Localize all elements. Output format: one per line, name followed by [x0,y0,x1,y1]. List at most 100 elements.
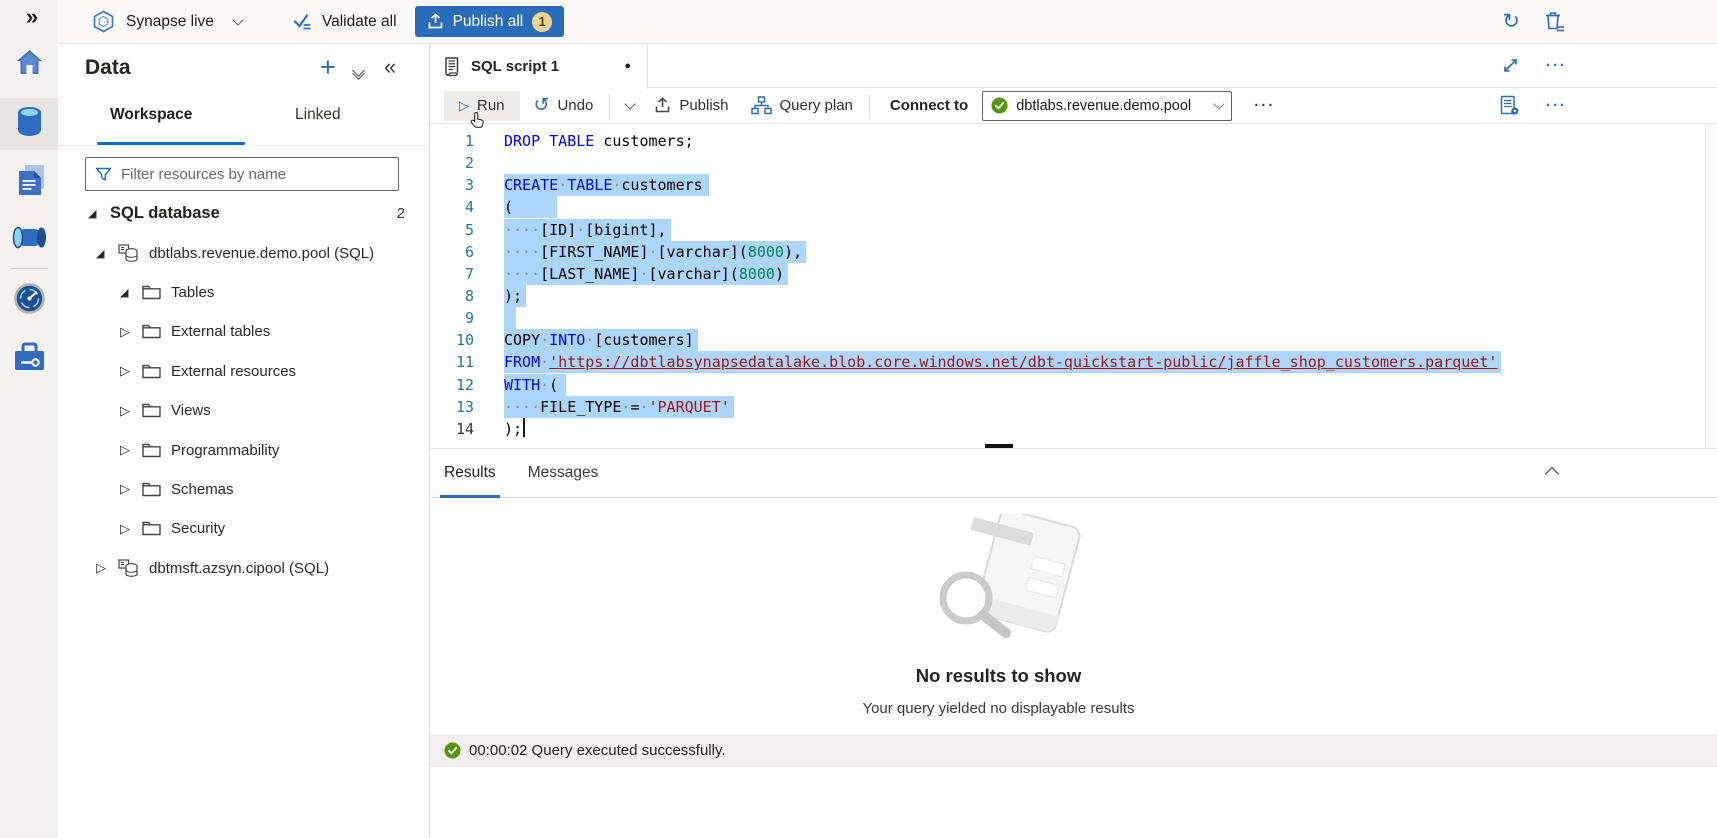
collapse-all-icon[interactable] [354,66,363,78]
tree-item-label: dbtlabs.revenue.demo.pool (SQL) [149,245,374,262]
tab-messages[interactable]: Messages [524,449,603,498]
discard-all-icon[interactable] [1544,10,1565,34]
tree-item-dbtlabs-revenue-demo-pool-sql[interactable]: ◢ dbtlabs.revenue.demo.pool (SQL) [58,233,429,272]
text-selection: ····[ID]·[bigint], [504,219,671,241]
line-number: 3 [430,174,474,196]
data-hub-icon[interactable] [16,106,43,143]
tree-item-views[interactable]: ▷Views [58,391,429,430]
unsaved-changes-dot: ● [624,60,631,72]
connect-to-label: Connect to [890,97,968,114]
collapse-twisty-icon[interactable]: ◢ [120,286,136,299]
sql-code-editor[interactable]: 1DROP TABLE customers;23CREATE·TABLE·cus… [430,125,1717,448]
tree-item-label: External tables [171,323,270,340]
text-selection: ····FILE_TYPE·=·'PARQUET' [504,396,734,418]
expand-twisty-icon[interactable]: ▷ [120,363,136,379]
collapse-twisty-icon[interactable]: ◢ [96,247,112,260]
tree-item-label: dbtmsft.azsyn.cipool (SQL) [149,560,329,577]
line-number: 8 [430,285,474,307]
publish-all-button[interactable]: Publish all 1 [415,6,565,37]
run-options-chevron-icon[interactable] [625,98,636,109]
code-line-4: 4( [430,196,1717,218]
connection-dropdown[interactable]: dbtlabs.revenue.demo.pool [982,91,1232,121]
tree-item-label: Programmability [171,442,279,459]
tree-item-schemas[interactable]: ▷Schemas [58,470,429,509]
filter-box[interactable] [85,157,399,191]
script-document-icon [443,56,461,77]
expand-rail-icon[interactable]: » [26,4,36,30]
line-number: 7 [430,263,474,285]
query-plan-label: Query plan [780,97,853,114]
line-number: 13 [430,396,474,418]
text-selection: WITH·( [504,374,566,396]
collapse-twisty-icon[interactable]: ◢ [88,207,104,220]
query-plan-button[interactable]: Query plan [751,96,853,115]
undo-button[interactable]: ↺ Undo [534,96,594,115]
filter-funnel-icon [95,167,112,182]
expand-twisty-icon[interactable]: ▷ [120,521,136,537]
run-button[interactable]: ▷ Run [444,91,520,121]
tree-item-security[interactable]: ▷Security [58,509,429,548]
line-number: 6 [430,241,474,263]
sql-editor-pane: SQL script 1 ● ··· ▷ Run ↺ Undo [430,44,1717,838]
toolbar-more-icon[interactable]: ··· [1254,97,1275,114]
code-line-3: 3CREATE·TABLE·customers [430,174,1717,196]
tree-item-tables[interactable]: ◢ Tables [58,273,429,312]
publish-icon [654,97,671,114]
synapse-live-icon [92,10,115,33]
code-line-1: 1DROP TABLE customers; [430,130,1717,152]
connected-check-icon [991,97,1008,114]
chevron-down-icon[interactable] [232,14,243,25]
collapse-results-icon[interactable] [1547,466,1557,484]
tree-item-label: Tables [171,284,214,301]
filter-input[interactable] [121,166,389,183]
expand-twisty-icon[interactable]: ▷ [120,324,136,340]
tree-item-external-tables[interactable]: ▷ External tables [58,312,429,351]
expand-twisty-icon[interactable]: ▷ [120,442,136,458]
validate-all-label: Validate all [322,13,397,31]
folder-icon [142,324,161,339]
connection-value: dbtlabs.revenue.demo.pool [1016,98,1207,114]
item-count: 2 [397,205,405,222]
tree-item-dbtmsft-azsyn-cipool-sql[interactable]: ▷ dbtmsft.azsyn.cipool (SQL) [58,549,429,588]
dropdown-chevron-icon[interactable] [1214,98,1225,109]
monitor-hub-icon[interactable] [14,283,45,319]
tree-item-programmability[interactable]: ▷ Programmability [58,430,429,469]
tab-sql-script-1[interactable]: SQL script 1 ● [430,44,648,89]
validate-check-icon [292,12,313,31]
tab-results[interactable]: Results [440,449,500,498]
code-line-5: 5····[ID]·[bigint], [430,219,1717,241]
manage-hub-icon[interactable] [13,341,46,378]
expand-editor-icon[interactable] [1501,56,1520,75]
editor-tab-title: SQL script 1 [471,58,559,75]
integrate-hub-icon[interactable] [12,223,47,257]
add-resource-icon[interactable]: + [320,52,336,83]
develop-hub-icon[interactable] [16,163,46,202]
expand-twisty-icon[interactable]: ▷ [120,403,136,419]
code-line-9: 9 [430,307,1717,329]
results-tab-bar: Results Messages [430,449,1717,498]
expand-twisty-icon[interactable]: ▷ [120,481,136,497]
tab-workspace[interactable]: Workspace [110,106,192,124]
tree-item-external-resources[interactable]: ▷External resources [58,352,429,391]
editor-scrollbar[interactable] [1705,125,1717,448]
synapse-studio-window: » Synapse live Validate all [0,0,1717,838]
tree-item-sql-database[interactable]: ◢SQL database2 [58,194,429,233]
query-plan-icon [751,96,772,115]
text-selection: ); [504,285,526,307]
publish-count-badge: 1 [532,12,552,32]
code-line-2: 2 [430,152,1717,174]
expand-twisty-icon[interactable]: ▷ [96,560,112,576]
folder-icon [142,443,161,458]
tab-linked[interactable]: Linked [295,106,341,124]
branch-mode-selector[interactable]: Synapse live [126,13,214,31]
refresh-icon[interactable]: ↻ [1502,11,1520,32]
home-icon[interactable] [15,48,44,82]
publish-label: Publish [679,97,728,114]
properties-icon[interactable] [1499,95,1520,116]
publish-button[interactable]: Publish [654,97,728,114]
collapse-panel-icon[interactable]: « [384,54,396,80]
more-actions-icon[interactable]: ··· [1546,57,1567,74]
success-check-icon [444,742,461,759]
validate-all-button[interactable]: Validate all [292,12,397,31]
editor-more-icon[interactable]: ··· [1546,97,1567,114]
